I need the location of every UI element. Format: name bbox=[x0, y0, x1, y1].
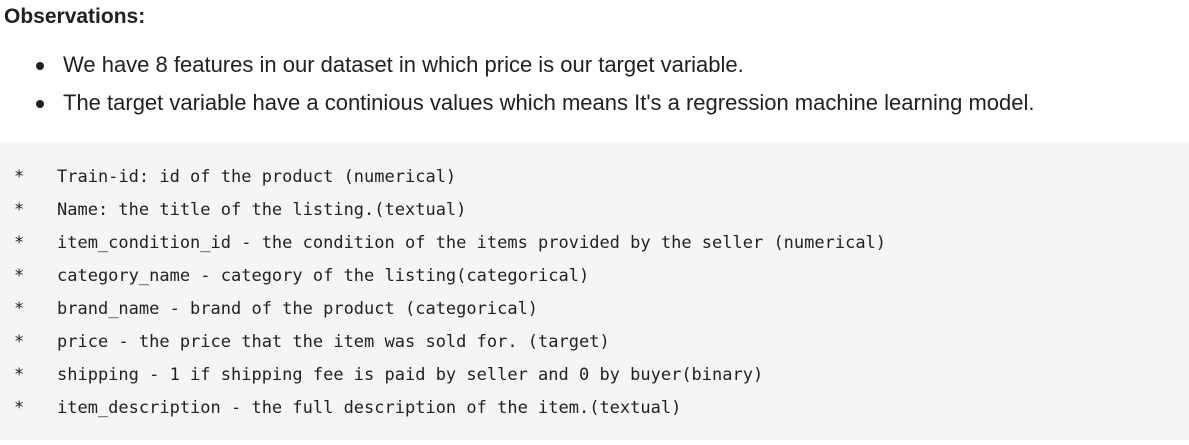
code-line-text: Train-id: id of the product (numerical) bbox=[57, 167, 457, 187]
bullet-dot-icon bbox=[36, 100, 44, 108]
feature-code-block: * Train-id: id of the product (numerical… bbox=[0, 143, 1189, 440]
code-line-text: price - the price that the item was sold… bbox=[57, 332, 610, 352]
code-line: * item_description - the full descriptio… bbox=[0, 396, 1189, 429]
bullet-item: We have 8 features in our dataset in whi… bbox=[36, 50, 1035, 88]
observations-heading: Observations: bbox=[4, 5, 146, 28]
code-line: * item_condition_id - the condition of t… bbox=[0, 231, 1189, 264]
asterisk-marker: * bbox=[14, 167, 25, 187]
asterisk-marker: * bbox=[14, 266, 25, 286]
asterisk-marker: * bbox=[14, 398, 25, 418]
code-line-text: item_condition_id - the condition of the… bbox=[57, 233, 887, 253]
code-line: * shipping - 1 if shipping fee is paid b… bbox=[0, 363, 1189, 396]
code-line: * brand_name - brand of the product (cat… bbox=[0, 297, 1189, 330]
asterisk-marker: * bbox=[14, 200, 25, 220]
code-line: * price - the price that the item was so… bbox=[0, 330, 1189, 363]
asterisk-marker: * bbox=[14, 233, 25, 253]
asterisk-marker: * bbox=[14, 332, 25, 352]
code-line-text: Name: the title of the listing.(textual) bbox=[57, 200, 467, 220]
code-line: * Train-id: id of the product (numerical… bbox=[0, 165, 1189, 198]
code-line: * category_name - category of the listin… bbox=[0, 264, 1189, 297]
bullet-item: The target variable have a continious va… bbox=[36, 88, 1035, 126]
code-line: * Name: the title of the listing.(textua… bbox=[0, 198, 1189, 231]
code-line-text: brand_name - brand of the product (categ… bbox=[57, 299, 539, 319]
bullet-text: We have 8 features in our dataset in whi… bbox=[63, 52, 744, 77]
asterisk-marker: * bbox=[14, 299, 25, 319]
observations-list: We have 8 features in our dataset in whi… bbox=[36, 50, 1035, 126]
bullet-dot-icon bbox=[36, 62, 44, 70]
bullet-text: The target variable have a continious va… bbox=[63, 90, 1035, 115]
code-line-text: item_description - the full description … bbox=[57, 398, 682, 418]
code-line-text: shipping - 1 if shipping fee is paid by … bbox=[57, 365, 764, 385]
code-line-text: category_name - category of the listing(… bbox=[57, 266, 590, 286]
asterisk-marker: * bbox=[14, 365, 25, 385]
